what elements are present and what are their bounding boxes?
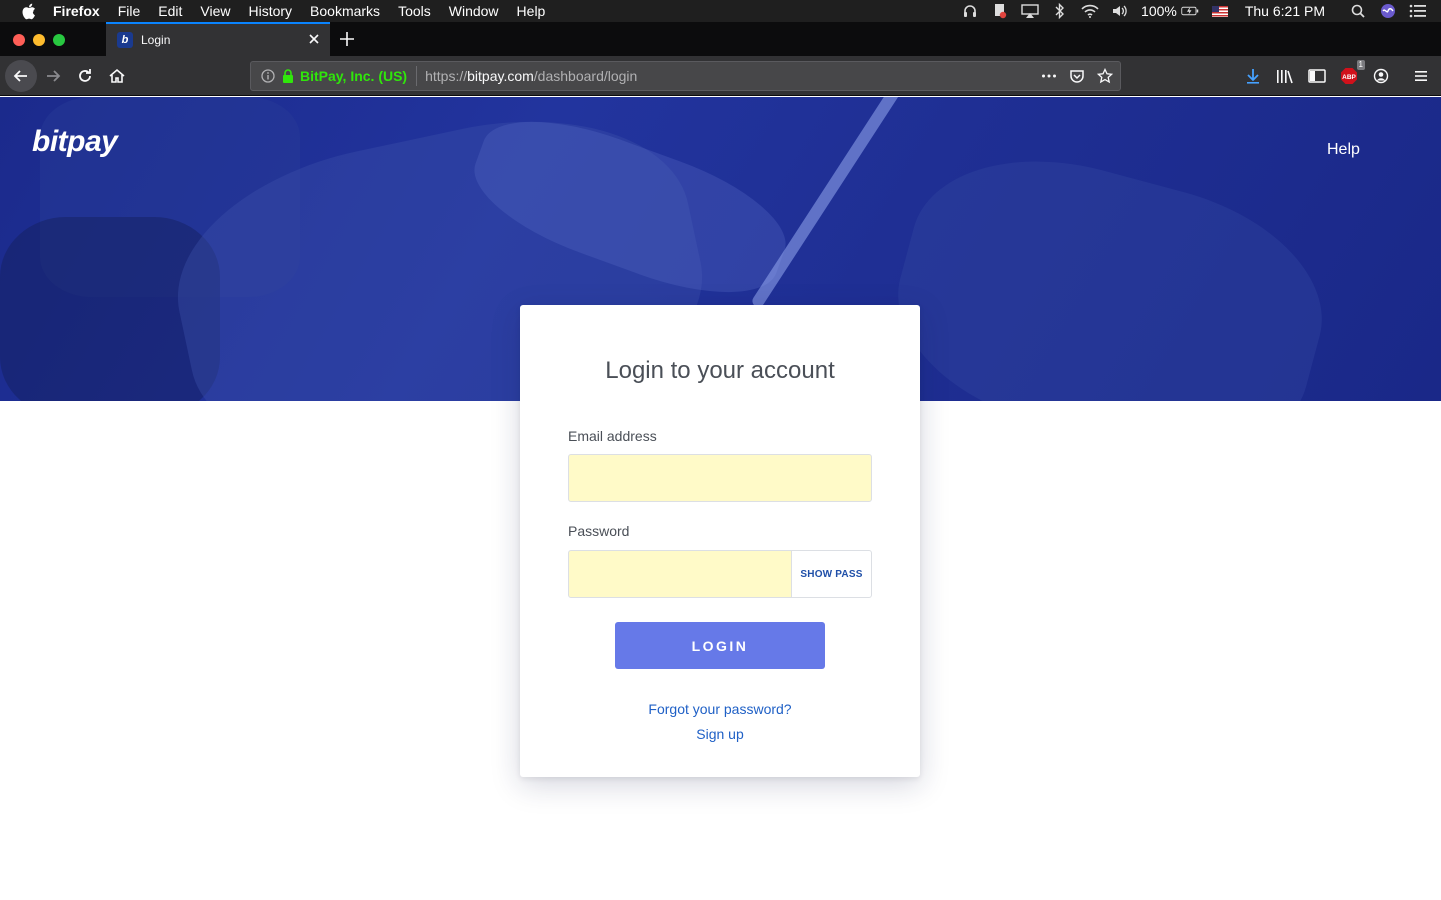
macos-menubar: Firefox File Edit View History Bookmarks… (0, 0, 1441, 22)
url-bar[interactable]: BitPay, Inc. (US) https://bitpay.com/das… (250, 61, 1121, 91)
login-title: Login to your account (605, 357, 835, 384)
siri-icon[interactable] (1379, 3, 1397, 19)
bluetooth-icon[interactable] (1051, 3, 1069, 19)
tab-title: Login (141, 33, 171, 47)
adblock-badge: 1 (1356, 60, 1365, 70)
us-flag-icon[interactable] (1211, 3, 1229, 19)
password-field[interactable] (568, 550, 792, 598)
library-icon[interactable] (1275, 66, 1295, 86)
battery-percent: 100% (1141, 3, 1177, 19)
reload-icon[interactable] (71, 62, 99, 90)
menu-help[interactable]: Help (517, 3, 546, 19)
show-password-button[interactable]: SHOW PASS (791, 550, 872, 598)
menu-window[interactable]: Window (449, 3, 499, 19)
page-viewport: bitpay Help Login to your account Email … (0, 97, 1441, 900)
site-info-icon[interactable] (260, 68, 276, 84)
menu-edit[interactable]: Edit (158, 3, 182, 19)
battery-charging-icon[interactable] (1181, 3, 1199, 19)
url-text[interactable]: https://bitpay.com/dashboard/login (425, 68, 637, 84)
lock-icon[interactable] (282, 69, 294, 83)
sidebar-toggle-icon[interactable] (1307, 66, 1327, 86)
apple-icon[interactable] (19, 2, 37, 20)
signup-link[interactable]: Sign up (520, 726, 920, 742)
password-label: Password (568, 523, 630, 539)
help-link[interactable]: Help (1327, 141, 1360, 159)
downloads-icon[interactable] (1243, 66, 1263, 86)
window-zoom-button[interactable] (53, 34, 65, 46)
site-identity-org[interactable]: BitPay, Inc. (US) (300, 68, 407, 84)
login-button[interactable]: LOGIN (615, 622, 825, 669)
svg-text:ABP: ABP (1342, 74, 1356, 81)
menu-tools[interactable]: Tools (398, 3, 431, 19)
toolbar-right: ABP 1 (1243, 56, 1441, 96)
url-separator (416, 66, 418, 86)
airplay-icon[interactable] (1021, 3, 1039, 19)
bookmark-star-icon[interactable] (1096, 67, 1114, 85)
home-icon[interactable] (103, 62, 131, 90)
menu-view[interactable]: View (200, 3, 230, 19)
menu-history[interactable]: History (248, 3, 292, 19)
tab-strip: b Login (0, 22, 1441, 56)
wifi-icon[interactable] (1081, 3, 1099, 19)
menu-bookmarks[interactable]: Bookmarks (310, 3, 380, 19)
forward-icon[interactable] (39, 62, 67, 90)
tab-close-icon[interactable] (307, 32, 321, 46)
bitpay-favicon-icon: b (117, 32, 133, 48)
window-minimize-button[interactable] (33, 34, 45, 46)
bitpay-logo[interactable]: bitpay (32, 125, 118, 159)
clock[interactable]: Thu 6:21 PM (1245, 3, 1325, 19)
page-actions-icon[interactable] (1040, 67, 1058, 85)
adblock-plus-icon[interactable]: ABP 1 (1339, 60, 1365, 86)
hero-pen-shape (750, 97, 902, 310)
email-field[interactable] (568, 454, 872, 502)
tab-login[interactable]: b Login (106, 22, 330, 56)
spotlight-search-icon[interactable] (1349, 3, 1367, 19)
menu-app-firefox[interactable]: Firefox (53, 3, 100, 19)
account-icon[interactable] (1371, 66, 1391, 86)
forgot-password-link[interactable]: Forgot your password? (520, 701, 920, 717)
menubar-status-area: 100% Thu 6:21 PM (961, 0, 1441, 22)
headphones-icon[interactable] (961, 3, 979, 19)
menu-file[interactable]: File (118, 3, 141, 19)
notification-center-icon[interactable] (1409, 3, 1427, 19)
hero-shape (873, 127, 1347, 401)
back-icon[interactable] (5, 60, 37, 92)
login-card: Login to your account Email address Pass… (520, 305, 920, 777)
pocket-icon[interactable] (1068, 67, 1086, 85)
url-bar-actions (1030, 67, 1114, 85)
email-label: Email address (568, 428, 657, 444)
volume-icon[interactable] (1111, 3, 1129, 19)
hamburger-menu-icon[interactable] (1411, 66, 1431, 86)
new-tab-icon[interactable] (338, 30, 356, 48)
document-blocked-icon[interactable] (991, 3, 1009, 19)
window-close-button[interactable] (13, 34, 25, 46)
navigation-toolbar: BitPay, Inc. (US) https://bitpay.com/das… (0, 56, 1441, 96)
